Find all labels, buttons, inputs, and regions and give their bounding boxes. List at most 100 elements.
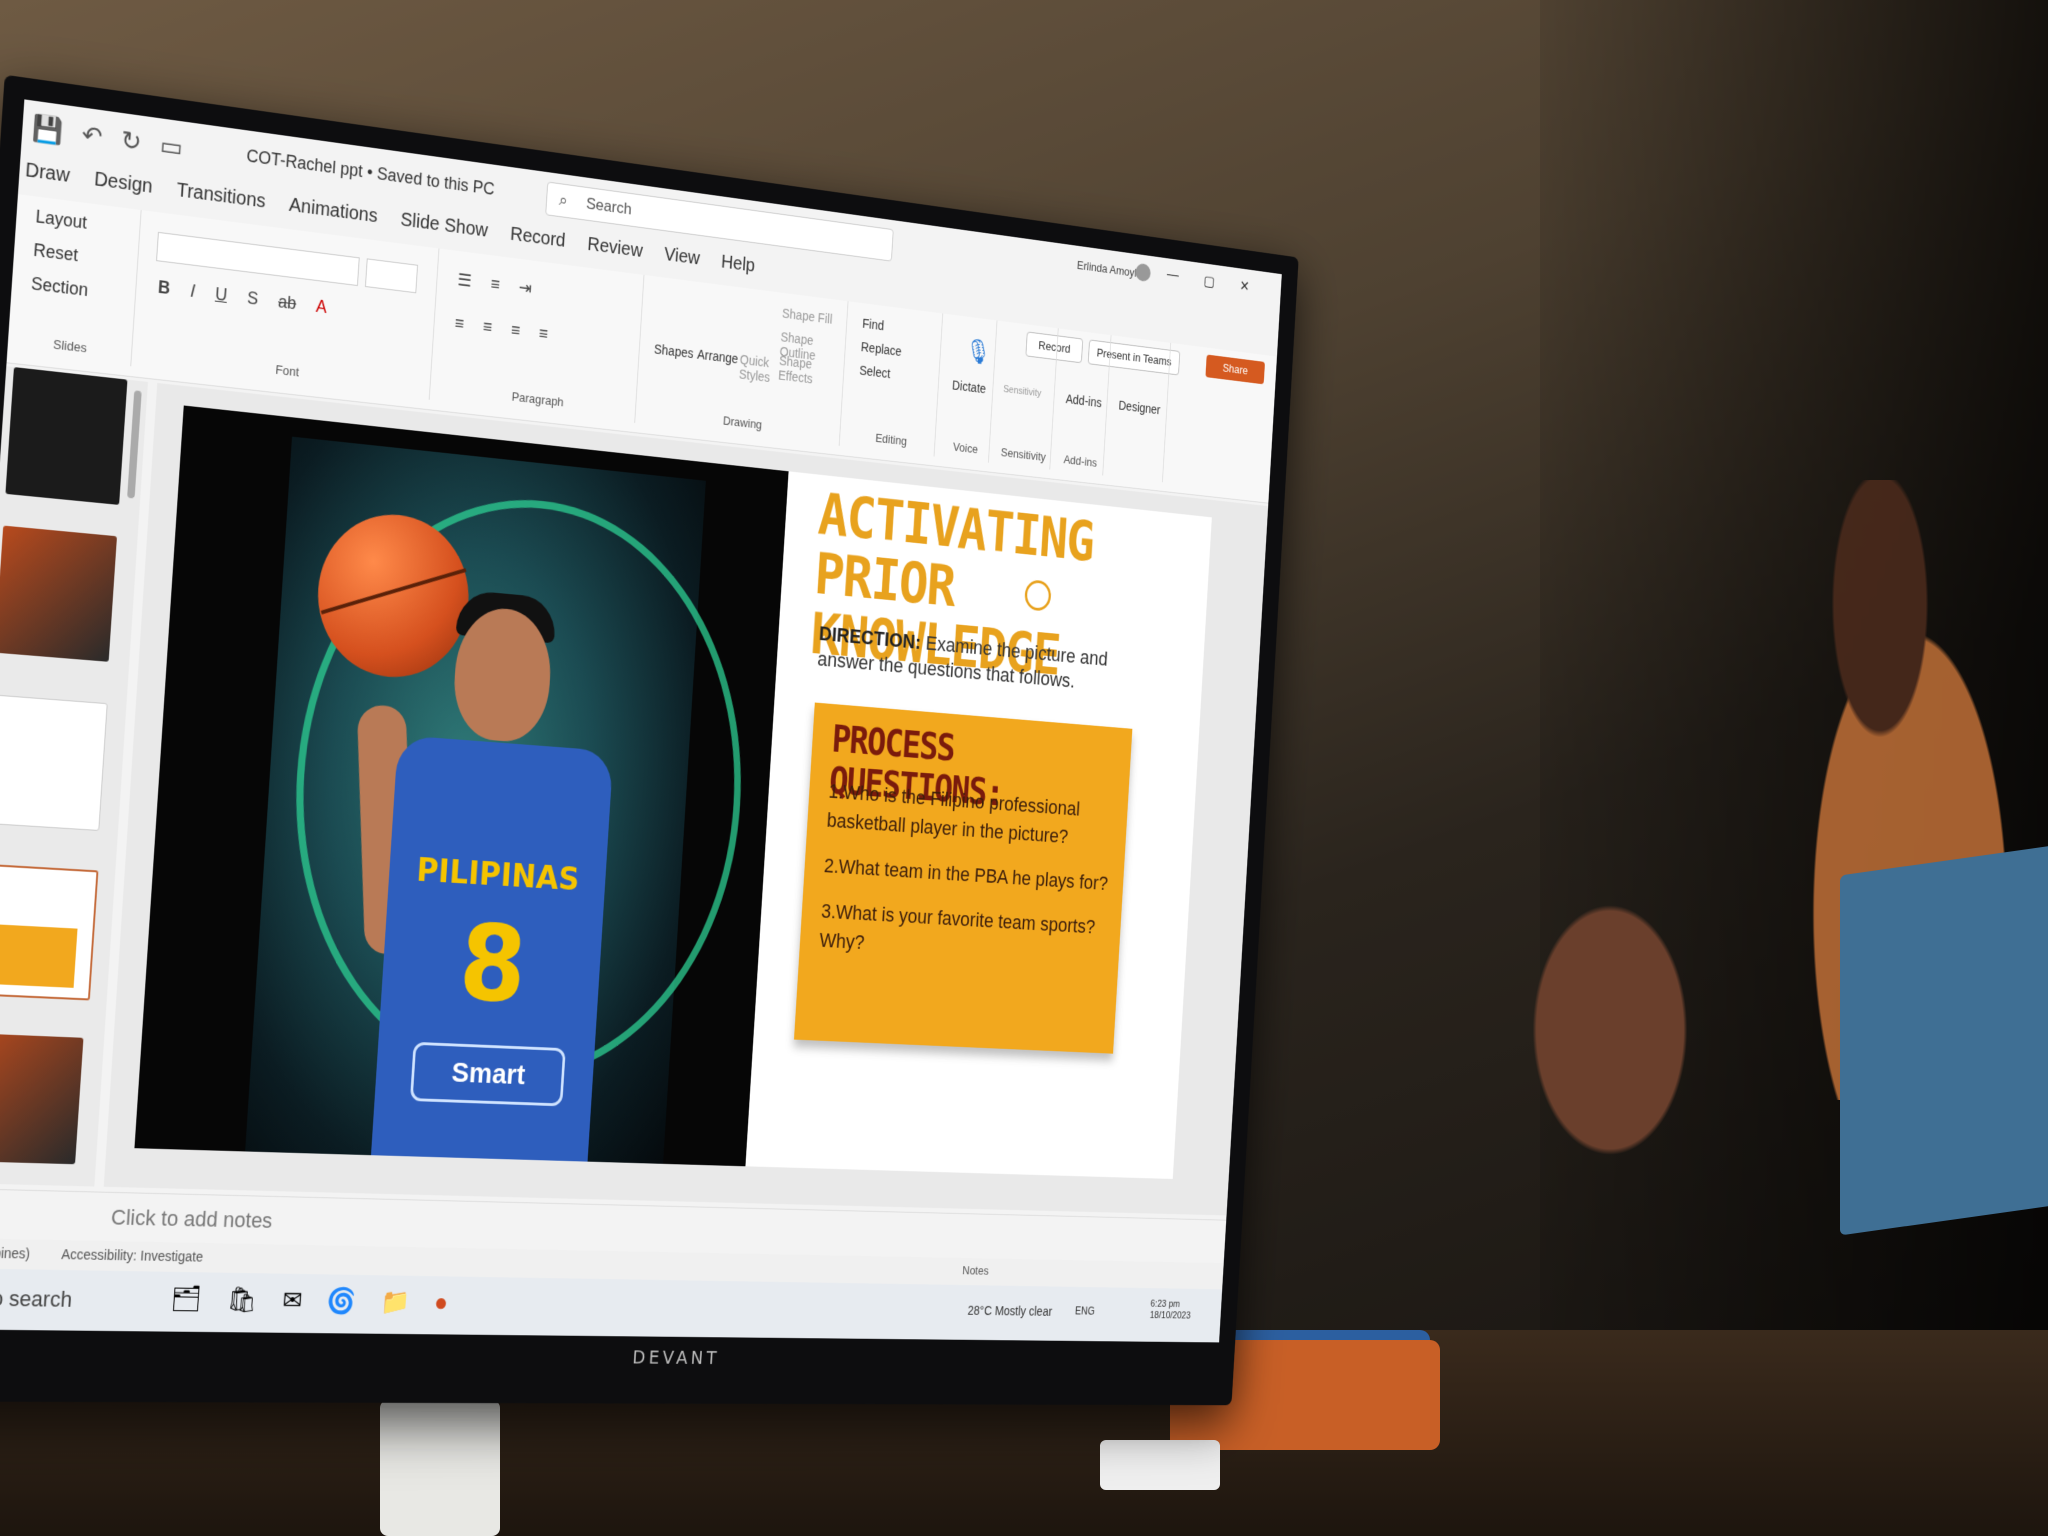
thumbnail-preview-box (0, 924, 78, 988)
question-item: 2.What team in the PBA he plays for? (823, 853, 1109, 895)
folder-icon[interactable]: 📁 (380, 1287, 410, 1317)
strikethrough-icon[interactable]: ab (277, 292, 297, 314)
group-label-editing: Editing (874, 430, 908, 448)
redo-icon[interactable]: ↻ (120, 125, 142, 158)
replace-button[interactable]: Replace (860, 339, 902, 358)
taskbar-apps: 🗂 🛍 ✉ 🌀 📁 ● (170, 1284, 449, 1318)
shape-fill-button[interactable]: Shape Fill (782, 306, 833, 327)
thumbnail-scrollbar[interactable] (127, 390, 142, 499)
notes-toggle[interactable]: Notes (962, 1263, 989, 1277)
slide-text-panel: ACTIVATING PRIOR KNOWLEDGE DIRECTION: Ex… (745, 471, 1212, 1179)
search-icon: ⌕ (558, 189, 569, 210)
find-button[interactable]: Find (862, 316, 884, 333)
justify-icon[interactable]: ≡ (538, 324, 548, 345)
slide-thumbnail[interactable] (0, 525, 118, 662)
sensitivity-group: Sensitivity Sensitivity (995, 321, 1059, 470)
align-center-icon[interactable]: ≡ (482, 317, 492, 338)
paragraph-group: ☰ ≡ ⇥ ≡ ≡ ≡ ≡ Paragraph (437, 249, 645, 423)
jersey-sponsor: Smart (409, 1041, 566, 1107)
shadow-icon[interactable]: S (247, 288, 259, 310)
arrange-button[interactable]: Arrange (697, 347, 739, 367)
bullets-icon[interactable]: ☰ (457, 270, 472, 292)
weather-widget[interactable]: 28°C Mostly clear (967, 1303, 1052, 1318)
save-icon[interactable]: 💾 (31, 113, 64, 148)
bold-icon[interactable]: B (157, 277, 170, 299)
group-label-addins: Add-ins (1063, 452, 1098, 470)
group-label-slides: Slides (52, 336, 88, 356)
notes-placeholder[interactable]: Click to add notes (110, 1205, 273, 1234)
user-name[interactable]: Erlinda Amoylin (1077, 258, 1145, 280)
addins-group: Add-ins Add-ins (1056, 329, 1112, 476)
maximize-icon[interactable]: ▢ (1203, 272, 1215, 291)
tab-draw[interactable]: Draw (24, 155, 71, 196)
group-label-drawing: Drawing (722, 413, 763, 432)
select-button[interactable]: Select (859, 363, 891, 381)
tab-animations[interactable]: Animations (288, 191, 379, 237)
addins-button[interactable]: Add-ins (1065, 392, 1102, 410)
microphone-icon[interactable]: 🎙 (964, 336, 991, 367)
tab-design[interactable]: Design (93, 165, 154, 208)
process-questions-box[interactable]: PROCESS QUESTIONS: 1.Who is the Filipino… (793, 702, 1133, 1054)
store-icon[interactable]: 🛍 (226, 1284, 258, 1315)
indent-icon[interactable]: ⇥ (518, 278, 532, 299)
underline-icon[interactable]: U (215, 284, 228, 306)
align-buttons: ≡ ≡ ≡ ≡ (454, 313, 548, 344)
slide-thumbnail[interactable] (0, 1033, 84, 1165)
process-questions-list: 1.Who is the Filipino professional baske… (818, 777, 1117, 987)
slide-canvas: PILIPINAS 8 Smart ACTIVATING PRIOR KNOWL… (103, 382, 1269, 1216)
slide-thumbnail[interactable] (0, 694, 108, 831)
mail-icon[interactable]: ✉ (282, 1285, 304, 1315)
file-explorer-icon[interactable]: 🗂 (170, 1284, 202, 1315)
dictate-button[interactable]: Dictate (952, 378, 987, 396)
font-color-icon[interactable]: A (315, 296, 327, 317)
slide[interactable]: PILIPINAS 8 Smart ACTIVATING PRIOR KNOWL… (134, 405, 1212, 1179)
tab-slide-show[interactable]: Slide Show (399, 205, 489, 250)
tab-transitions[interactable]: Transitions (175, 176, 266, 222)
slide-thumbnail-selected[interactable] (0, 863, 99, 1001)
player-photo[interactable]: PILIPINAS 8 Smart (134, 405, 789, 1167)
numbering-icon[interactable]: ≡ (490, 274, 500, 295)
reset-button[interactable]: Reset (33, 240, 79, 266)
shapes-button[interactable]: Shapes (654, 341, 694, 361)
tab-view[interactable]: View (663, 240, 701, 278)
voice-group: 🎙 Dictate Voice (941, 314, 998, 463)
font-group: B I U S ab A Font (139, 211, 440, 400)
align-left-icon[interactable]: ≡ (454, 313, 464, 334)
close-icon[interactable]: ✕ (1239, 277, 1250, 296)
designer-button[interactable]: Designer (1118, 398, 1161, 417)
edge-icon[interactable]: 🌀 (326, 1286, 358, 1316)
italic-icon[interactable]: I (190, 281, 196, 302)
taskbar-search[interactable]: ere to search (0, 1278, 159, 1321)
minimize-icon[interactable]: — (1166, 267, 1179, 286)
powerpoint-icon[interactable]: ● (433, 1288, 449, 1318)
group-label-voice: Voice (952, 439, 979, 457)
tab-help[interactable]: Help (720, 248, 756, 285)
slide-thumbnail[interactable] (5, 367, 128, 505)
share-button[interactable]: Share (1205, 354, 1266, 385)
player-jersey: PILIPINAS 8 Smart (370, 735, 614, 1162)
designer-group: Designer (1109, 336, 1172, 483)
monitor: DEVANT 💾 ↶ ↻ ▭ COT-Rachel ppt • Saved to… (0, 74, 1299, 1406)
font-size-dropdown[interactable] (364, 258, 419, 294)
language-status[interactable]: (Philippines) (0, 1244, 31, 1261)
list-buttons: ☰ ≡ ⇥ (457, 270, 532, 299)
language-indicator[interactable]: ENG (1075, 1305, 1095, 1318)
window-controls: — ▢ ✕ (1166, 267, 1250, 296)
section-button[interactable]: Section (30, 274, 89, 301)
undo-icon[interactable]: ↶ (81, 119, 103, 152)
usb-adapter (1100, 1440, 1220, 1490)
clock[interactable]: 6:23 pm 18/10/2023 (1149, 1299, 1191, 1322)
layout-button[interactable]: Layout (35, 206, 88, 233)
present-icon[interactable]: ▭ (159, 130, 184, 163)
tab-record[interactable]: Record (509, 220, 566, 261)
tab-review[interactable]: Review (586, 230, 643, 271)
font-name-dropdown[interactable] (156, 231, 360, 287)
sensitivity-button[interactable]: Sensitivity (1003, 384, 1042, 399)
jersey-name: PILIPINAS (415, 851, 581, 899)
align-right-icon[interactable]: ≡ (510, 320, 521, 341)
monitor-brand: DEVANT (631, 1345, 721, 1369)
quick-styles-button[interactable]: Quick Styles (739, 352, 782, 386)
accessibility-status[interactable]: Accessibility: Investigate (61, 1246, 204, 1264)
clock-time: 6:23 pm (1150, 1298, 1181, 1310)
clock-date: 18/10/2023 (1149, 1310, 1191, 1322)
